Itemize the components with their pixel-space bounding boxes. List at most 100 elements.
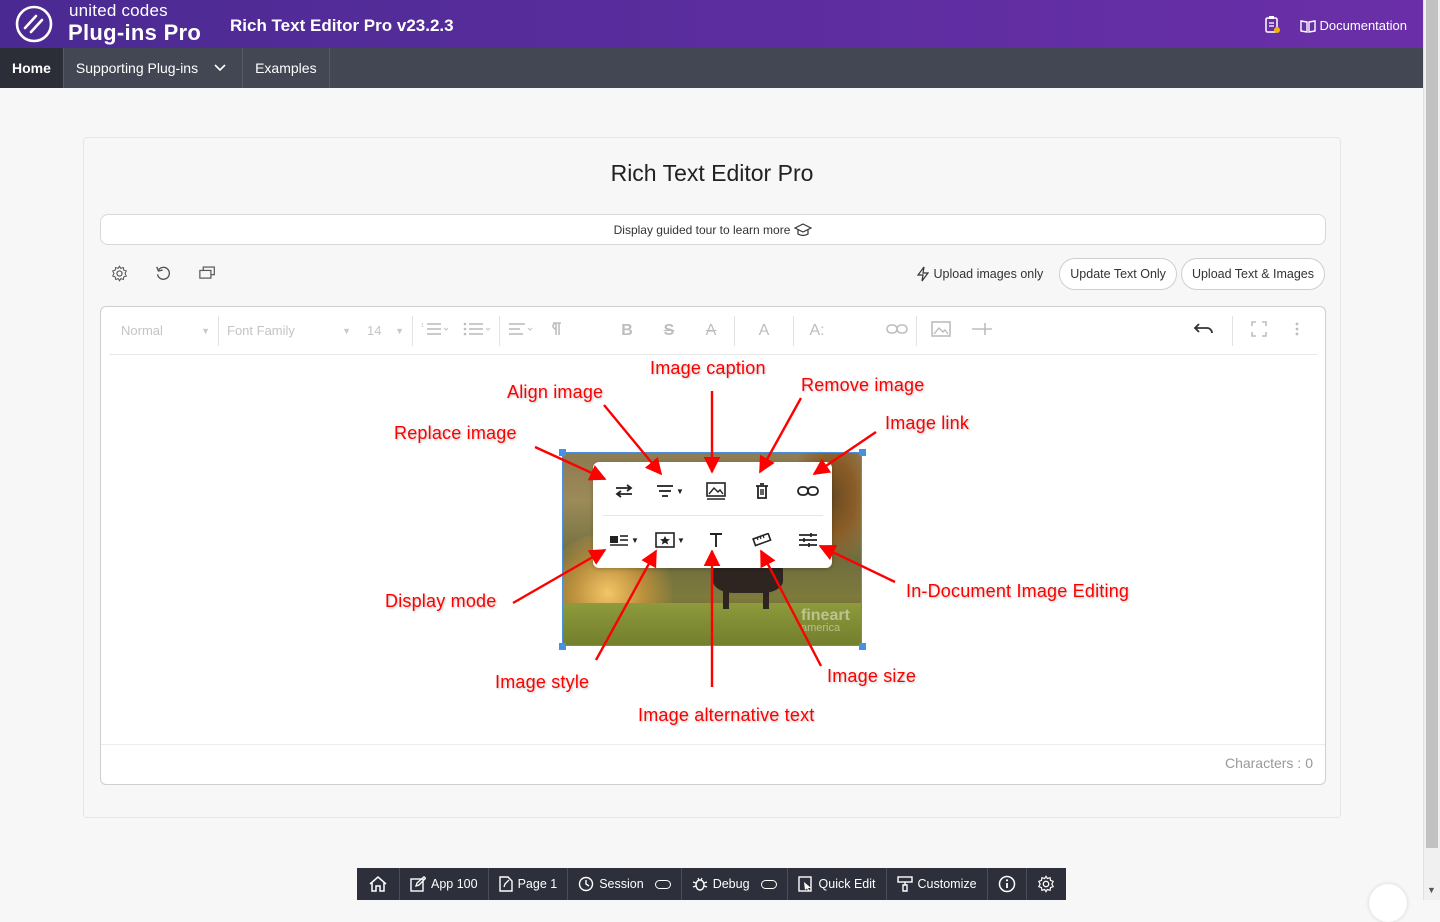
numbered-list-icon[interactable]: 1 xyxy=(421,322,449,339)
image-horse-leg xyxy=(723,585,729,609)
label-image-caption: Image caption xyxy=(650,358,766,378)
windows-icon[interactable] xyxy=(198,264,216,282)
label-image-link: Image link xyxy=(885,413,970,433)
upload-images-only-label: Upload images only xyxy=(933,267,1044,281)
united-codes-logo-icon[interactable] xyxy=(14,4,54,44)
brand-name: Plug-ins Pro xyxy=(68,20,202,45)
fullscreen-icon[interactable] xyxy=(1251,321,1267,340)
font-family-dropdown[interactable]: Font Family ▼ xyxy=(219,316,359,346)
strikethrough-icon[interactable]: S xyxy=(654,322,684,340)
debug-toggle[interactable] xyxy=(760,879,777,889)
page-scrollbar[interactable]: ▼ xyxy=(1423,0,1440,900)
apex-session-button[interactable]: Session xyxy=(568,868,682,900)
update-text-only-label: Update Text Only xyxy=(1070,267,1166,281)
align-image-button[interactable]: ▼ xyxy=(647,475,693,507)
documentation-link[interactable]: Documentation xyxy=(1299,18,1407,33)
lightning-icon xyxy=(917,266,930,282)
font-size-icon[interactable]: A: xyxy=(802,322,832,340)
upload-text-images-label: Upload Text & Images xyxy=(1191,267,1314,281)
link-icon[interactable] xyxy=(886,323,908,338)
bug-icon xyxy=(692,877,707,891)
gear-icon[interactable] xyxy=(110,264,128,282)
apex-customize-label: Customize xyxy=(917,877,977,891)
editor-footer-divider xyxy=(101,744,1325,745)
format-group: B S A xyxy=(604,315,735,346)
bullet-list-icon[interactable] xyxy=(463,322,491,339)
paragraph-icon[interactable] xyxy=(548,321,568,340)
trash-icon xyxy=(756,483,768,499)
graduation-cap-icon xyxy=(794,222,813,236)
apex-home-button[interactable] xyxy=(357,868,400,900)
nav-supporting-plugins-label: Supporting Plug-ins xyxy=(75,60,199,76)
resize-handle-top-left[interactable] xyxy=(559,449,566,456)
align-text-icon[interactable] xyxy=(508,322,534,339)
image-link-button[interactable] xyxy=(785,475,831,507)
upload-text-images-button[interactable]: Upload Text & Images xyxy=(1180,258,1325,290)
heading-dropdown[interactable]: Normal ▼ xyxy=(109,315,219,346)
documentation-label: Documentation xyxy=(1319,18,1407,33)
nav-supporting-plugins[interactable]: Supporting Plug-ins xyxy=(64,48,244,88)
insert-group xyxy=(916,315,1001,346)
font-color-icon[interactable]: A xyxy=(749,322,779,340)
remove-format-icon[interactable]: A xyxy=(696,322,726,340)
apex-quick-edit-button[interactable]: Quick Edit xyxy=(788,868,887,900)
update-text-only-button[interactable]: Update Text Only xyxy=(1059,258,1177,290)
guided-tour-button[interactable]: Display guided tour to learn more xyxy=(100,214,1326,245)
bold-icon[interactable]: B xyxy=(612,322,642,340)
session-icon xyxy=(579,876,594,892)
label-remove-image: Remove image xyxy=(801,375,925,395)
quick-edit-icon xyxy=(797,876,812,892)
upload-images-only-button[interactable]: Upload images only xyxy=(905,258,1055,290)
clipboard-icon[interactable] xyxy=(1264,15,1280,36)
view-group xyxy=(1233,316,1317,346)
display-mode-button[interactable]: ▼ xyxy=(601,524,647,556)
developer-toolbar: App 100 Page 1 Session Debug Quick Edit … xyxy=(357,868,1066,900)
swap-arrows-icon xyxy=(615,484,633,498)
more-vertical-icon[interactable] xyxy=(1295,322,1299,339)
session-toggle[interactable] xyxy=(654,879,671,889)
reset-icon[interactable] xyxy=(154,264,172,282)
size-group: A: xyxy=(794,316,916,346)
page-edit-icon xyxy=(498,876,513,892)
font-family-value: Font Family xyxy=(227,323,295,338)
image-size-button[interactable] xyxy=(739,524,785,556)
label-align-image: Align image xyxy=(507,382,604,402)
apex-session-label: Session xyxy=(599,877,644,891)
undo-icon[interactable] xyxy=(1193,322,1214,339)
scroll-thumb[interactable] xyxy=(1426,0,1438,848)
resize-handle-bottom-right[interactable] xyxy=(859,643,866,650)
apex-settings-button[interactable] xyxy=(1027,868,1065,900)
book-icon xyxy=(1299,19,1316,33)
font-size-dropdown[interactable]: 14 ▼ xyxy=(359,315,413,346)
characters-value: 0 xyxy=(1305,755,1313,771)
apex-page-label: Page 1 xyxy=(517,877,558,891)
characters-label: Characters : xyxy=(1224,755,1302,771)
image-style-button[interactable]: ▼ xyxy=(647,524,693,556)
insert-image-icon[interactable] xyxy=(931,321,951,340)
image-caption-button[interactable] xyxy=(693,475,739,507)
horizontal-line-icon[interactable] xyxy=(971,321,993,340)
apex-debug-button[interactable]: Debug xyxy=(682,868,788,900)
resize-handle-top-right[interactable] xyxy=(859,449,866,456)
apex-info-button[interactable] xyxy=(988,868,1027,900)
floating-action-button[interactable] xyxy=(1369,884,1407,922)
link-icon xyxy=(797,486,819,496)
text-t-icon xyxy=(710,533,722,547)
replace-image-button[interactable] xyxy=(601,475,647,507)
nav-examples-label: Examples xyxy=(255,60,317,76)
image-caption-icon xyxy=(706,482,726,500)
nav-examples[interactable]: Examples xyxy=(243,48,330,88)
editor-toolbar: Normal ▼ Font Family ▼ 14 ▼ 1 B S A A A: xyxy=(109,307,1317,355)
scroll-down-arrow-icon[interactable]: ▼ xyxy=(1427,885,1436,895)
apex-customize-button[interactable]: Customize xyxy=(887,868,988,900)
resize-handle-bottom-left[interactable] xyxy=(559,643,566,650)
apex-page-button[interactable]: Page 1 xyxy=(489,868,569,900)
brand-tagline: united codes xyxy=(69,1,168,20)
image-alt-text-button[interactable] xyxy=(693,524,739,556)
apex-app-button[interactable]: App 100 xyxy=(400,868,489,900)
ruler-icon xyxy=(752,533,772,547)
label-replace-image: Replace image xyxy=(394,423,517,443)
in-document-editing-button[interactable] xyxy=(785,524,831,556)
nav-home[interactable]: Home xyxy=(0,48,64,88)
remove-image-button[interactable] xyxy=(739,475,785,507)
